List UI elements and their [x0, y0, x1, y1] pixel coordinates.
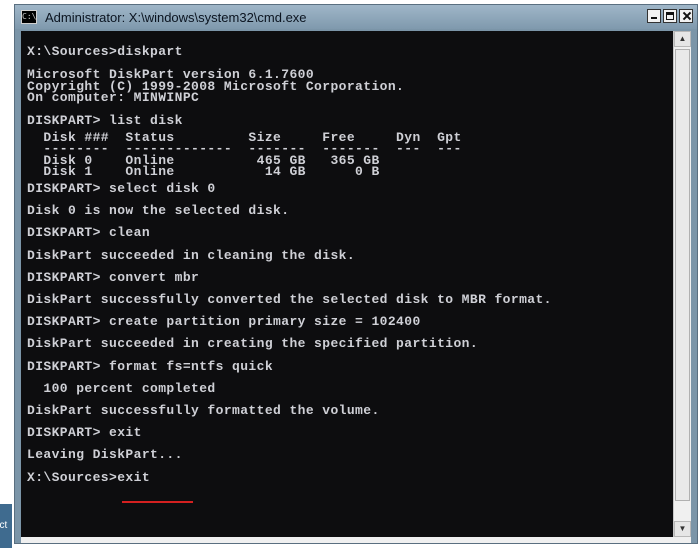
console-line: DISKPART> select disk 0: [27, 180, 216, 196]
exit-underline: [122, 501, 193, 503]
console-line: DISKPART> exit: [27, 425, 142, 441]
console-line-last-command: X:\Sources>exit: [27, 469, 151, 485]
console-line: 100 percent completed: [27, 380, 216, 396]
window-controls: [647, 9, 693, 23]
window-title: Administrator: X:\windows\system32\cmd.e…: [45, 9, 307, 25]
console-line: On computer: MINWINPC: [27, 90, 200, 106]
cmd-icon[interactable]: C:\: [21, 10, 37, 24]
console-line: DISKPART> create partition primary size …: [27, 314, 421, 330]
console-line: Disk 1 Online 14 GB 0 B: [27, 164, 380, 180]
console-line: Leaving DiskPart...: [27, 447, 183, 463]
title-bar[interactable]: C:\ Administrator: X:\windows\system32\c…: [15, 5, 697, 29]
console-line: DISKPART> convert mbr: [27, 269, 200, 285]
console-line: DiskPart successfully formatted the volu…: [27, 402, 380, 418]
minimize-button[interactable]: [647, 9, 661, 23]
console-line: DiskPart succeeded in cleaning the disk.: [27, 247, 356, 263]
horizontal-scrollbar[interactable]: [21, 537, 691, 543]
console-line: DiskPart succeeded in creating the speci…: [27, 336, 479, 352]
console-line: DISKPART> list disk: [27, 112, 183, 128]
console-line: DiskPart successfully converted the sele…: [27, 291, 552, 307]
console-line: DISKPART> format fs=ntfs quick: [27, 358, 274, 374]
scroll-down-arrow-icon[interactable]: ▼: [674, 521, 691, 537]
scrollbar-thumb[interactable]: [675, 49, 690, 501]
cmd-window: C:\ Administrator: X:\windows\system32\c…: [14, 4, 698, 544]
desktop-fragment-label: ect: [0, 504, 12, 548]
scroll-up-arrow-icon[interactable]: ▲: [674, 31, 691, 47]
console-line: DISKPART> clean: [27, 225, 151, 241]
maximize-button[interactable]: [663, 9, 677, 23]
console-line: Disk 0 is now the selected disk.: [27, 203, 290, 219]
console-line: X:\Sources>diskpart: [27, 44, 183, 59]
console-output[interactable]: X:\Sources>diskpart Microsoft DiskPart v…: [21, 31, 673, 537]
vertical-scrollbar[interactable]: ▲ ▼: [673, 31, 691, 537]
close-button[interactable]: [679, 9, 693, 23]
